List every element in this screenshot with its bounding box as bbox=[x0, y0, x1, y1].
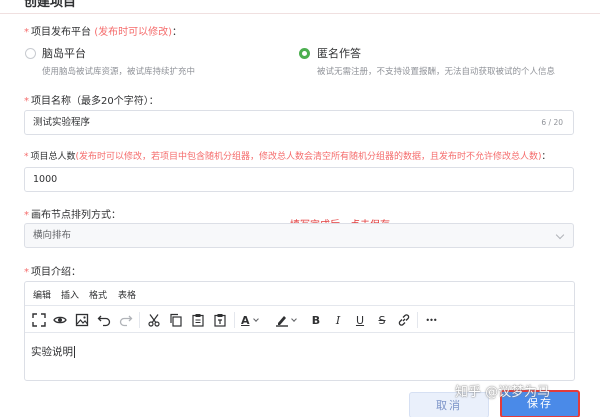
editor-content[interactable]: 实验说明 bbox=[31, 344, 75, 359]
more-icon[interactable]: ••• bbox=[423, 312, 439, 328]
project-name-value: 测试实验程序 bbox=[33, 117, 91, 128]
paste-icon[interactable] bbox=[190, 312, 206, 328]
editor-menubar: 编辑 插入 格式 表格 bbox=[25, 282, 574, 306]
layout-value: 横向排布 bbox=[33, 230, 72, 241]
project-name-input[interactable]: 测试实验程序 6 / 20 bbox=[24, 110, 574, 135]
radio-anonymous-desc: 被试无需注册，不支持设置报酬，无法自动获取被试的个人信息 bbox=[317, 67, 556, 77]
platform-label: 项目发布平台 bbox=[31, 27, 91, 38]
highlight-icon[interactable] bbox=[275, 312, 301, 328]
required-asterisk: * bbox=[24, 96, 29, 107]
total-label-row: * 项目总人数(发布时可以修改，若项目中包含随机分组器，修改总人数会清空所有随机分… bbox=[24, 149, 551, 162]
total-colon: ： bbox=[541, 152, 551, 162]
chevron-down-icon bbox=[555, 230, 565, 240]
required-asterisk: * bbox=[24, 27, 29, 38]
total-label: 项目总人数 bbox=[30, 152, 76, 162]
radio-naodao-desc: 使用脑岛被试库资源，被试库持续扩充中 bbox=[42, 67, 196, 77]
intro-label-row: * 项目介绍： bbox=[24, 263, 81, 278]
toolbar-separator bbox=[234, 312, 235, 328]
editor-toolbar: A B I U S ••• bbox=[25, 306, 574, 333]
platform-note: (发布时可以修改) bbox=[94, 27, 172, 38]
page-title: 创建项目 bbox=[24, 0, 77, 9]
platform-colon: ： bbox=[172, 27, 182, 38]
total-input[interactable]: 1000 bbox=[24, 167, 574, 192]
chevron-down-icon bbox=[291, 315, 297, 322]
radio-anonymous[interactable] bbox=[299, 48, 310, 59]
project-name-label: 项目名称（最多20个字符）： bbox=[31, 96, 159, 107]
undo-icon[interactable] bbox=[96, 312, 112, 328]
redo-icon[interactable] bbox=[118, 312, 134, 328]
radio-naodao-title[interactable]: 脑岛平台 bbox=[42, 45, 86, 61]
total-note: (发布时可以修改，若项目中包含随机分组器，修改总人数会清空所有随机分组器的数据，… bbox=[75, 152, 542, 162]
chevron-down-icon bbox=[252, 315, 259, 322]
underline-icon[interactable]: U bbox=[352, 312, 368, 328]
text-caret bbox=[74, 346, 75, 358]
intro-label: 项目介绍： bbox=[31, 267, 81, 278]
menu-edit[interactable]: 编辑 bbox=[33, 288, 51, 301]
menu-insert[interactable]: 插入 bbox=[61, 288, 79, 301]
copy-icon[interactable] bbox=[168, 312, 184, 328]
menu-table[interactable]: 表格 bbox=[118, 288, 136, 301]
rich-text-editor: 编辑 插入 格式 表格 A B I U S ••• 实验说明 bbox=[24, 281, 575, 381]
italic-icon[interactable]: I bbox=[330, 312, 346, 328]
top-strip bbox=[0, 0, 600, 14]
required-asterisk: * bbox=[24, 210, 29, 221]
radio-naodao[interactable] bbox=[25, 48, 36, 59]
bold-icon[interactable]: B bbox=[308, 312, 324, 328]
char-counter: 6 / 20 bbox=[541, 118, 563, 127]
cut-icon[interactable] bbox=[146, 312, 162, 328]
watermark: 知乎 @议梦为马 bbox=[455, 385, 551, 400]
preview-icon[interactable] bbox=[52, 312, 68, 328]
strikethrough-icon[interactable]: S bbox=[374, 312, 390, 328]
required-asterisk: * bbox=[24, 152, 29, 162]
project-name-label-row: * 项目名称（最多20个字符）： bbox=[24, 92, 159, 107]
total-value: 1000 bbox=[33, 174, 58, 185]
layout-select[interactable]: 横向排布 bbox=[24, 223, 574, 248]
layout-label-row: * 画布节点排列方式： bbox=[24, 206, 121, 221]
paste-text-icon[interactable] bbox=[212, 312, 228, 328]
font-color-icon[interactable]: A bbox=[241, 312, 267, 328]
editor-text: 实验说明 bbox=[31, 346, 73, 358]
fullscreen-icon[interactable] bbox=[31, 312, 47, 328]
image-icon[interactable] bbox=[74, 312, 90, 328]
menu-format[interactable]: 格式 bbox=[89, 288, 107, 301]
radio-anonymous-title[interactable]: 匿名作答 bbox=[317, 45, 361, 61]
toolbar-separator bbox=[417, 312, 418, 328]
layout-label: 画布节点排列方式： bbox=[31, 210, 121, 221]
toolbar-separator bbox=[139, 312, 140, 328]
link-icon[interactable] bbox=[396, 312, 412, 328]
required-asterisk: * bbox=[24, 267, 29, 278]
platform-label-row: * 项目发布平台 (发布时可以修改)： bbox=[24, 23, 182, 38]
